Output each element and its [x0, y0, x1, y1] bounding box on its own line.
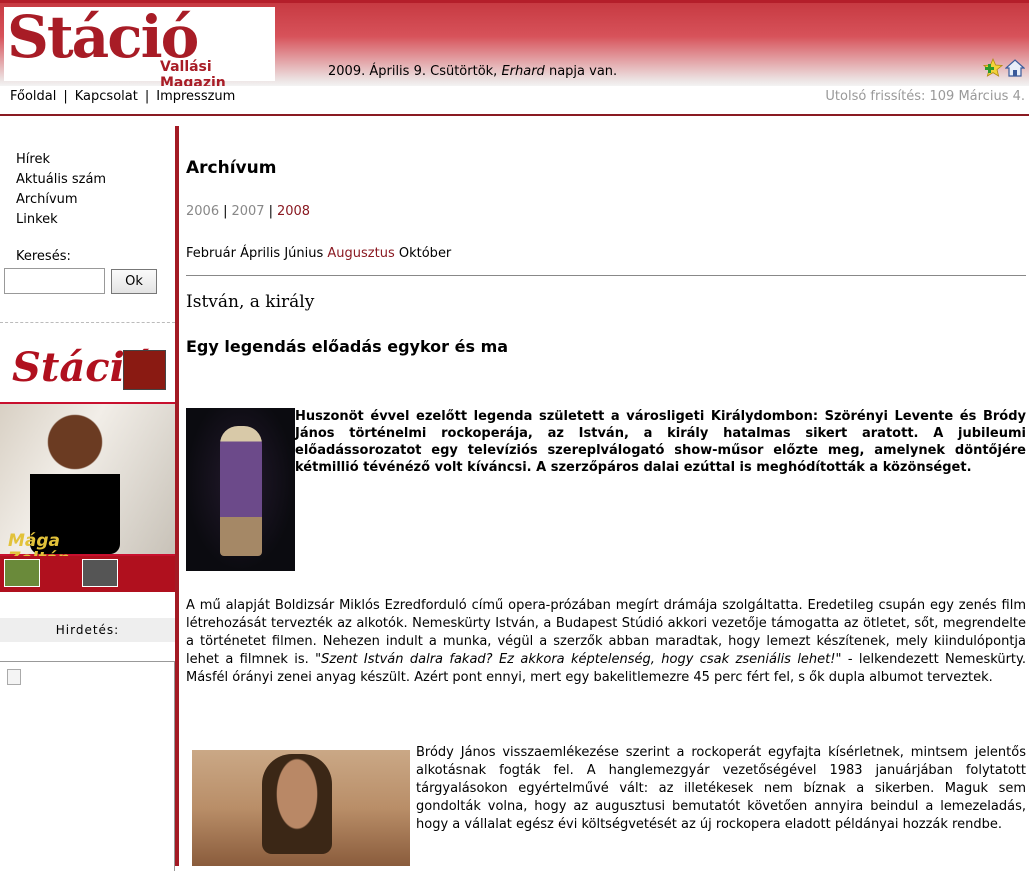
ad-label: Hirdetés:: [0, 618, 175, 642]
month-link-october[interactable]: Október: [399, 246, 451, 261]
month-link-february[interactable]: Február: [186, 246, 236, 261]
search-input[interactable]: [4, 268, 105, 294]
month-link-august[interactable]: Augusztus: [327, 246, 394, 261]
top-nav-links: Főoldal | Kapcsolat | Impresszum: [10, 89, 235, 104]
article-title: István, a király: [186, 292, 315, 312]
nav-home-link[interactable]: Főoldal: [10, 89, 56, 104]
sidebar-item-current-issue[interactable]: Aktuális szám: [16, 170, 106, 190]
cover-rose-image: [123, 350, 166, 390]
cover-photo: MágaZoltán: [0, 404, 175, 568]
month-selector: Február Április Június Augusztus Október: [186, 246, 451, 261]
year-link-2007[interactable]: 2007: [231, 204, 264, 219]
divider: [186, 275, 1026, 276]
sidebar-item-news[interactable]: Hírek: [16, 150, 106, 170]
year-link-2006[interactable]: 2006: [186, 204, 219, 219]
add-favorite-icon[interactable]: [983, 58, 1003, 78]
home-icon[interactable]: [1005, 58, 1025, 78]
search-label: Keresés:: [16, 249, 71, 264]
sidebar-border: [175, 126, 179, 866]
year-link-2008[interactable]: 2008: [277, 204, 310, 219]
year-selector: 2006 | 2007 | 2008: [186, 204, 310, 219]
article-image-actor: [192, 750, 410, 866]
nav-separator: |: [63, 89, 68, 104]
sidebar: Hírek Aktuális szám Archívum Linkek Kere…: [0, 118, 175, 871]
year-separator: |: [223, 204, 228, 219]
page-title: Archívum: [186, 158, 277, 178]
article-paragraph: Bródy János visszaemlékezése szerint a r…: [416, 745, 1026, 832]
broken-image-icon: [7, 669, 21, 685]
quote: "Szent István dalra fakad? Ez akkora kép…: [315, 652, 842, 667]
nav-contact-link[interactable]: Kapcsolat: [75, 89, 138, 104]
cover-thumb: [82, 559, 118, 587]
stage-figure: [220, 426, 262, 556]
magazine-cover[interactable]: Stáció MágaZoltán: [0, 342, 175, 592]
name-day: Erhard: [501, 64, 545, 79]
sidebar-nav: Hírek Aktuális szám Archívum Linkek: [16, 150, 106, 230]
main-content: Archívum 2006 | 2007 | 2008 Február Április …: [186, 118, 1026, 866]
cover-masthead: Stáció: [0, 342, 175, 402]
site-header: Stáció Vallási Magazin 2009. Április 9. …: [0, 0, 1029, 91]
site-logo[interactable]: Stáció Vallási Magazin: [4, 3, 275, 91]
last-update: Utolsó frissítés: 109 Március 4.: [825, 89, 1025, 104]
article-lead: Huszonöt évvel ezelőtt legenda született…: [295, 409, 1026, 475]
date-line: 2009. Április 9. Csütörtök, Erhard napja…: [328, 64, 618, 79]
search-button[interactable]: Ok: [111, 269, 157, 294]
sidebar-divider: [0, 322, 175, 323]
article-paragraph: A mű alapját Boldizsár Miklós Ezredfordu…: [186, 598, 1026, 685]
article-image-stage: [186, 408, 295, 571]
top-navigation: Főoldal | Kapcsolat | Impresszum Utolsó fris…: [0, 86, 1029, 116]
ad-box[interactable]: [0, 661, 175, 871]
sidebar-item-links[interactable]: Linkek: [16, 210, 106, 230]
sidebar-item-archive[interactable]: Archívum: [16, 190, 106, 210]
article-subtitle: Egy legendás előadás egykor és ma: [186, 337, 509, 356]
cover-bottom-strip: [0, 556, 175, 592]
month-link-april[interactable]: Április: [240, 246, 280, 261]
month-link-june[interactable]: Június: [284, 246, 323, 261]
nav-separator: |: [144, 89, 150, 104]
nav-imprint-link[interactable]: Impresszum: [156, 89, 235, 104]
year-separator: |: [268, 204, 273, 219]
cover-thumb: [4, 559, 40, 587]
actor-figure: [262, 754, 332, 854]
